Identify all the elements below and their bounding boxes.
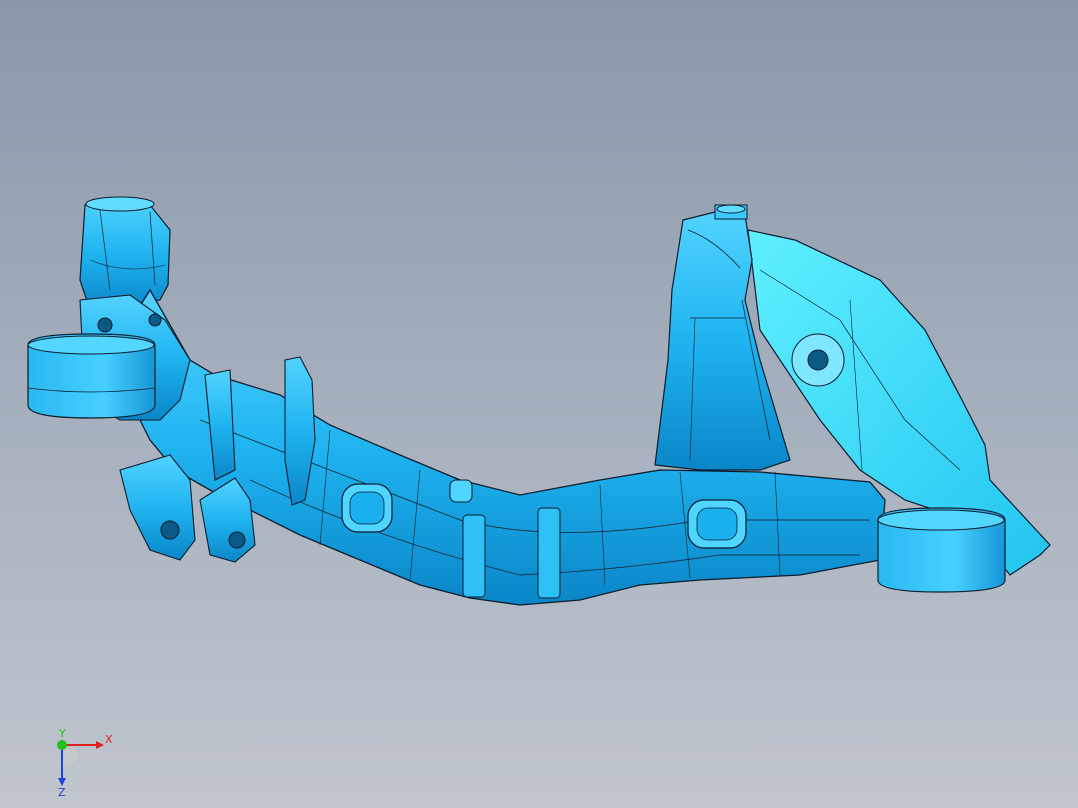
gusset-rib — [537, 507, 561, 599]
left-bushing[interactable] — [27, 333, 156, 419]
view-orientation-triad: X Y Z — [57, 728, 113, 798]
gusset-rib — [462, 514, 486, 598]
y-axis-label: Y — [58, 728, 66, 740]
graphics-viewport[interactable]: X Y Z — [0, 0, 1078, 808]
subframe-model[interactable] — [0, 0, 1078, 808]
y-axis-dot — [57, 740, 67, 750]
right-bushing[interactable] — [877, 507, 1006, 593]
left-tower[interactable] — [79, 197, 171, 311]
x-axis-label: X — [105, 733, 113, 746]
z-axis-label: Z — [58, 786, 66, 798]
